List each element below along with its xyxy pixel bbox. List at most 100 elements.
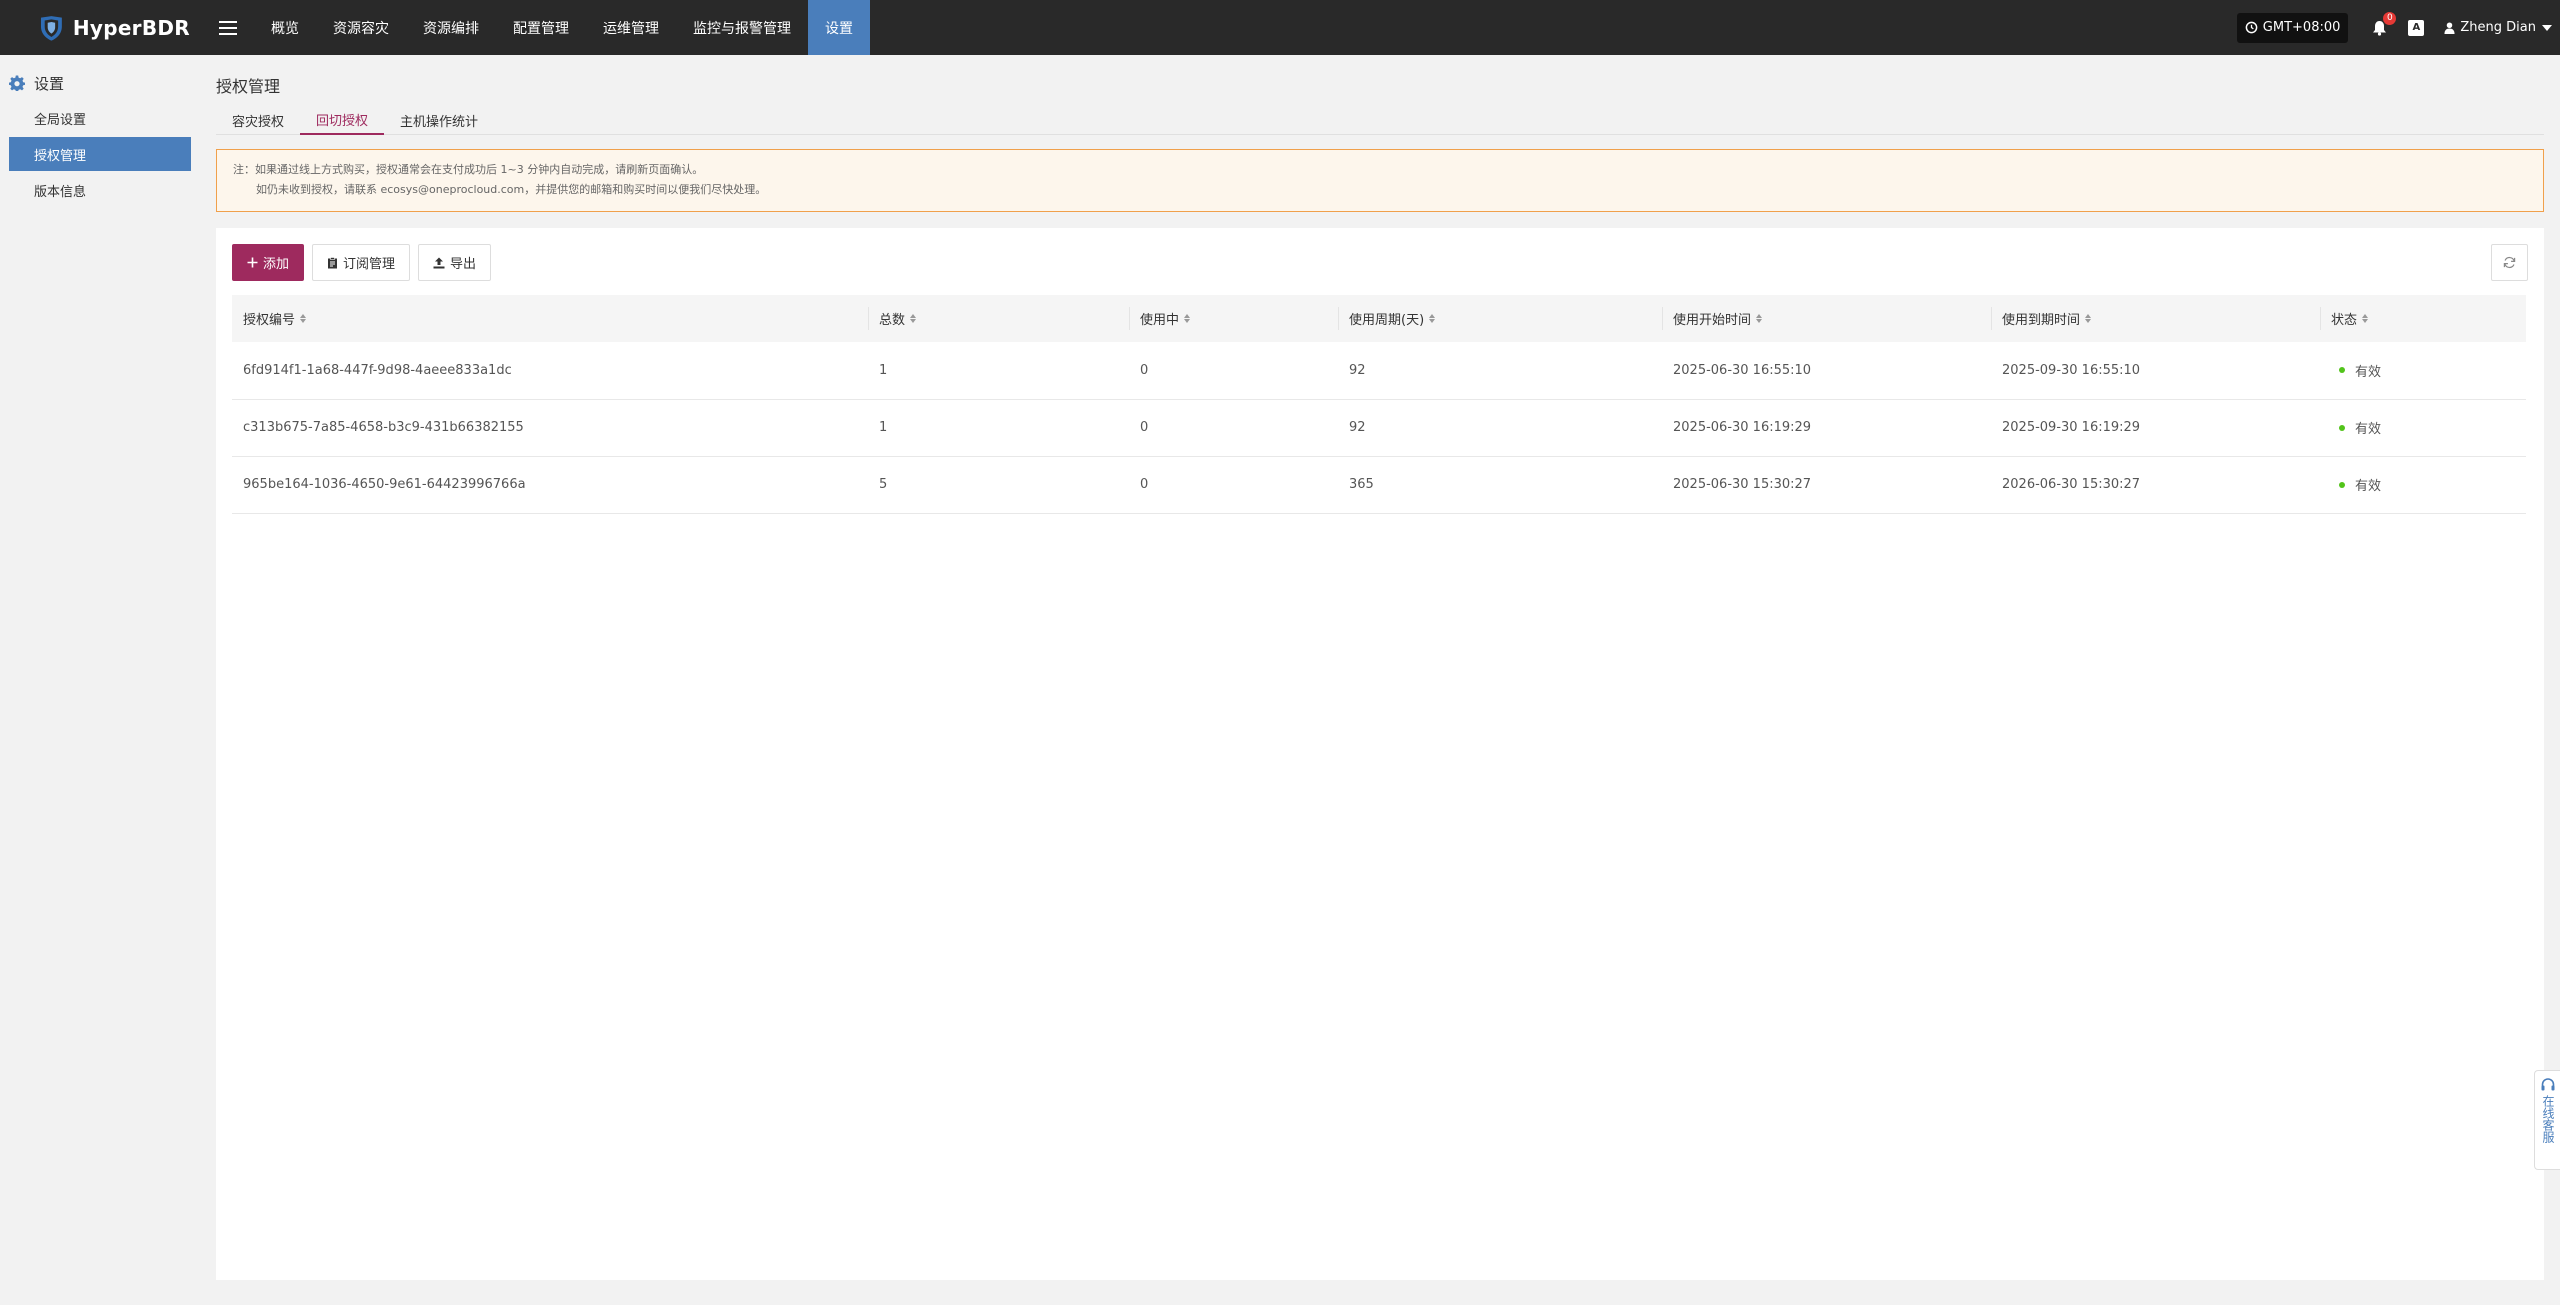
nav-item-resource-dr[interactable]: 资源容灾 [316,0,406,55]
status-dot-icon [2339,424,2345,431]
refresh-button[interactable] [2491,244,2528,281]
column-header-total[interactable]: 总数 [868,295,1129,342]
column-header-start-time[interactable]: 使用开始时间 [1662,295,1991,342]
status-text: 有效 [2355,422,2382,437]
status-text: 有效 [2355,479,2382,494]
add-button-label: 添加 [263,257,290,272]
headset-icon [2541,1078,2554,1091]
cell-start-time: 2025-06-30 16:55:10 [1673,362,1812,378]
tab-dr-license[interactable]: 容灾授权 [216,105,300,135]
main-nav: 概览 资源容灾 资源编排 配置管理 运维管理 监控与报警管理 设置 [254,0,870,55]
nav-item-overview[interactable]: 概览 [254,0,316,55]
plus-icon [247,257,258,268]
sidebar-header: 设置 [0,67,200,99]
cell-period: 365 [1349,477,1374,492]
add-button[interactable]: 添加 [232,244,305,281]
notification-count-badge: 0 [2383,11,2397,25]
sort-icon [1756,314,1763,323]
cell-start-time: 2025-06-30 15:30:27 [1673,477,1812,492]
tab-bar: 容灾授权 回切授权 主机操作统计 [216,105,2544,135]
main-content: 授权管理 容灾授权 回切授权 主机操作统计 注：如果通过线上方式购买，授权通常会… [216,55,2544,1280]
status-dot-icon [2339,481,2345,488]
language-switch-icon[interactable]: A [2408,19,2425,36]
license-table: 授权编号 总数 使用中 使用周期(天) 使用开始时间 使用到期时间 状态 6fd… [232,295,2526,514]
sort-icon [2085,314,2092,323]
sidebar: 设置 全局设置 授权管理 版本信息 [0,55,200,1305]
sort-icon [2362,314,2369,323]
nav-item-settings[interactable]: 设置 [808,0,870,55]
cell-license-id: c313b675-7a85-4658-b3c9-431b66382155 [243,420,524,435]
column-header-period-days[interactable]: 使用周期(天) [1338,295,1662,342]
export-button-label: 导出 [450,257,477,272]
column-header-status[interactable]: 状态 [2320,295,2526,342]
cell-total: 5 [879,477,888,492]
cell-period: 92 [1349,362,1366,378]
clipboard-icon [328,256,338,268]
status-dot-icon [2339,367,2345,374]
table-row: 965be164-1036-4650-9e61-64423996766a 5 0… [232,456,2526,513]
sort-icon [300,314,307,323]
timezone-label: GMT+08:00 [2262,20,2341,35]
notice-line-1: 注：如果通过线上方式购买，授权通常会在支付成功后 1~3 分钟内自动完成，请刷新… [233,163,704,176]
tab-failback-license[interactable]: 回切授权 [300,105,385,135]
sort-icon [910,314,917,323]
sidebar-title: 设置 [34,74,65,93]
table-row: 6fd914f1-1a68-447f-9d98-4aeee833a1dc 1 0… [232,342,2526,399]
online-service-button[interactable]: 在线客服 [2534,1070,2560,1170]
user-icon [2444,22,2455,34]
chevron-down-icon [2542,24,2552,31]
clock-icon [2245,21,2258,34]
brand[interactable]: HyperBDR [0,0,190,55]
sort-icon [1429,314,1436,323]
tab-host-operation-stats[interactable]: 主机操作统计 [384,105,494,135]
top-right-area: GMT+08:00 0 A Zheng Dian [2236,0,2552,55]
user-name: Zheng Dian [2460,20,2536,35]
sidebar-item-global-settings[interactable]: 全局设置 [9,101,191,135]
table-row: c313b675-7a85-4658-b3c9-431b66382155 1 0… [232,399,2526,456]
upload-icon [433,257,445,268]
column-header-in-use[interactable]: 使用中 [1129,295,1338,342]
refresh-icon [2503,256,2516,269]
cell-expiry-time: 2026-06-30 15:30:27 [2002,477,2141,492]
table-header-row: 授权编号 总数 使用中 使用周期(天) 使用开始时间 使用到期时间 状态 [232,295,2526,342]
top-bar: HyperBDR 概览 资源容灾 资源编排 配置管理 运维管理 监控与报警管理 … [0,0,2560,55]
cell-total: 1 [879,362,888,378]
notifications-button[interactable]: 0 [2368,11,2397,39]
column-header-expiry-time[interactable]: 使用到期时间 [1991,295,2320,342]
cell-period: 92 [1349,420,1366,435]
cell-in-use: 0 [1140,420,1149,435]
online-service-label: 在线客服 [2541,1095,2555,1143]
nav-item-monitoring[interactable]: 监控与报警管理 [676,0,808,55]
cell-expiry-time: 2025-09-30 16:55:10 [2002,362,2141,378]
hamburger-icon [219,20,237,35]
nav-item-ops[interactable]: 运维管理 [586,0,676,55]
brand-name: HyperBDR [72,15,190,40]
subscription-button-label: 订阅管理 [343,257,396,272]
cell-in-use: 0 [1140,477,1149,492]
gear-icon [9,75,25,91]
sort-icon [1184,314,1191,323]
timezone-button[interactable]: GMT+08:00 [2236,12,2349,43]
user-menu[interactable]: Zheng Dian [2444,20,2552,35]
cell-expiry-time: 2025-09-30 16:19:29 [2002,420,2141,435]
nav-item-config[interactable]: 配置管理 [496,0,586,55]
nav-item-orchestration[interactable]: 资源编排 [406,0,496,55]
notice-line-2: 如仍未收到授权，请联系 ecosys@oneprocloud.com，并提供您的… [256,183,767,196]
cell-in-use: 0 [1140,362,1149,378]
cell-start-time: 2025-06-30 16:19:29 [1673,420,1812,435]
subscription-management-button[interactable]: 订阅管理 [312,244,411,281]
column-header-license-id[interactable]: 授权编号 [232,295,868,342]
license-table-card: 添加 订阅管理 导出 授权编号 总数 使用中 使用周期(天) 使用开始时间 使用… [216,228,2544,1280]
menu-toggle-button[interactable] [208,0,248,55]
page-title: 授权管理 [216,77,281,96]
export-button[interactable]: 导出 [418,244,492,281]
status-text: 有效 [2355,364,2382,380]
cell-status: 有效 [2320,342,2526,399]
cell-total: 1 [879,420,888,435]
cell-status: 有效 [2320,456,2526,513]
cell-status: 有效 [2320,399,2526,456]
notice-banner: 注：如果通过线上方式购买，授权通常会在支付成功后 1~3 分钟内自动完成，请刷新… [216,149,2544,212]
sidebar-item-version-info[interactable]: 版本信息 [9,173,191,207]
sidebar-item-license-management[interactable]: 授权管理 [9,137,191,171]
cell-license-id: 6fd914f1-1a68-447f-9d98-4aeee833a1dc [243,362,512,378]
